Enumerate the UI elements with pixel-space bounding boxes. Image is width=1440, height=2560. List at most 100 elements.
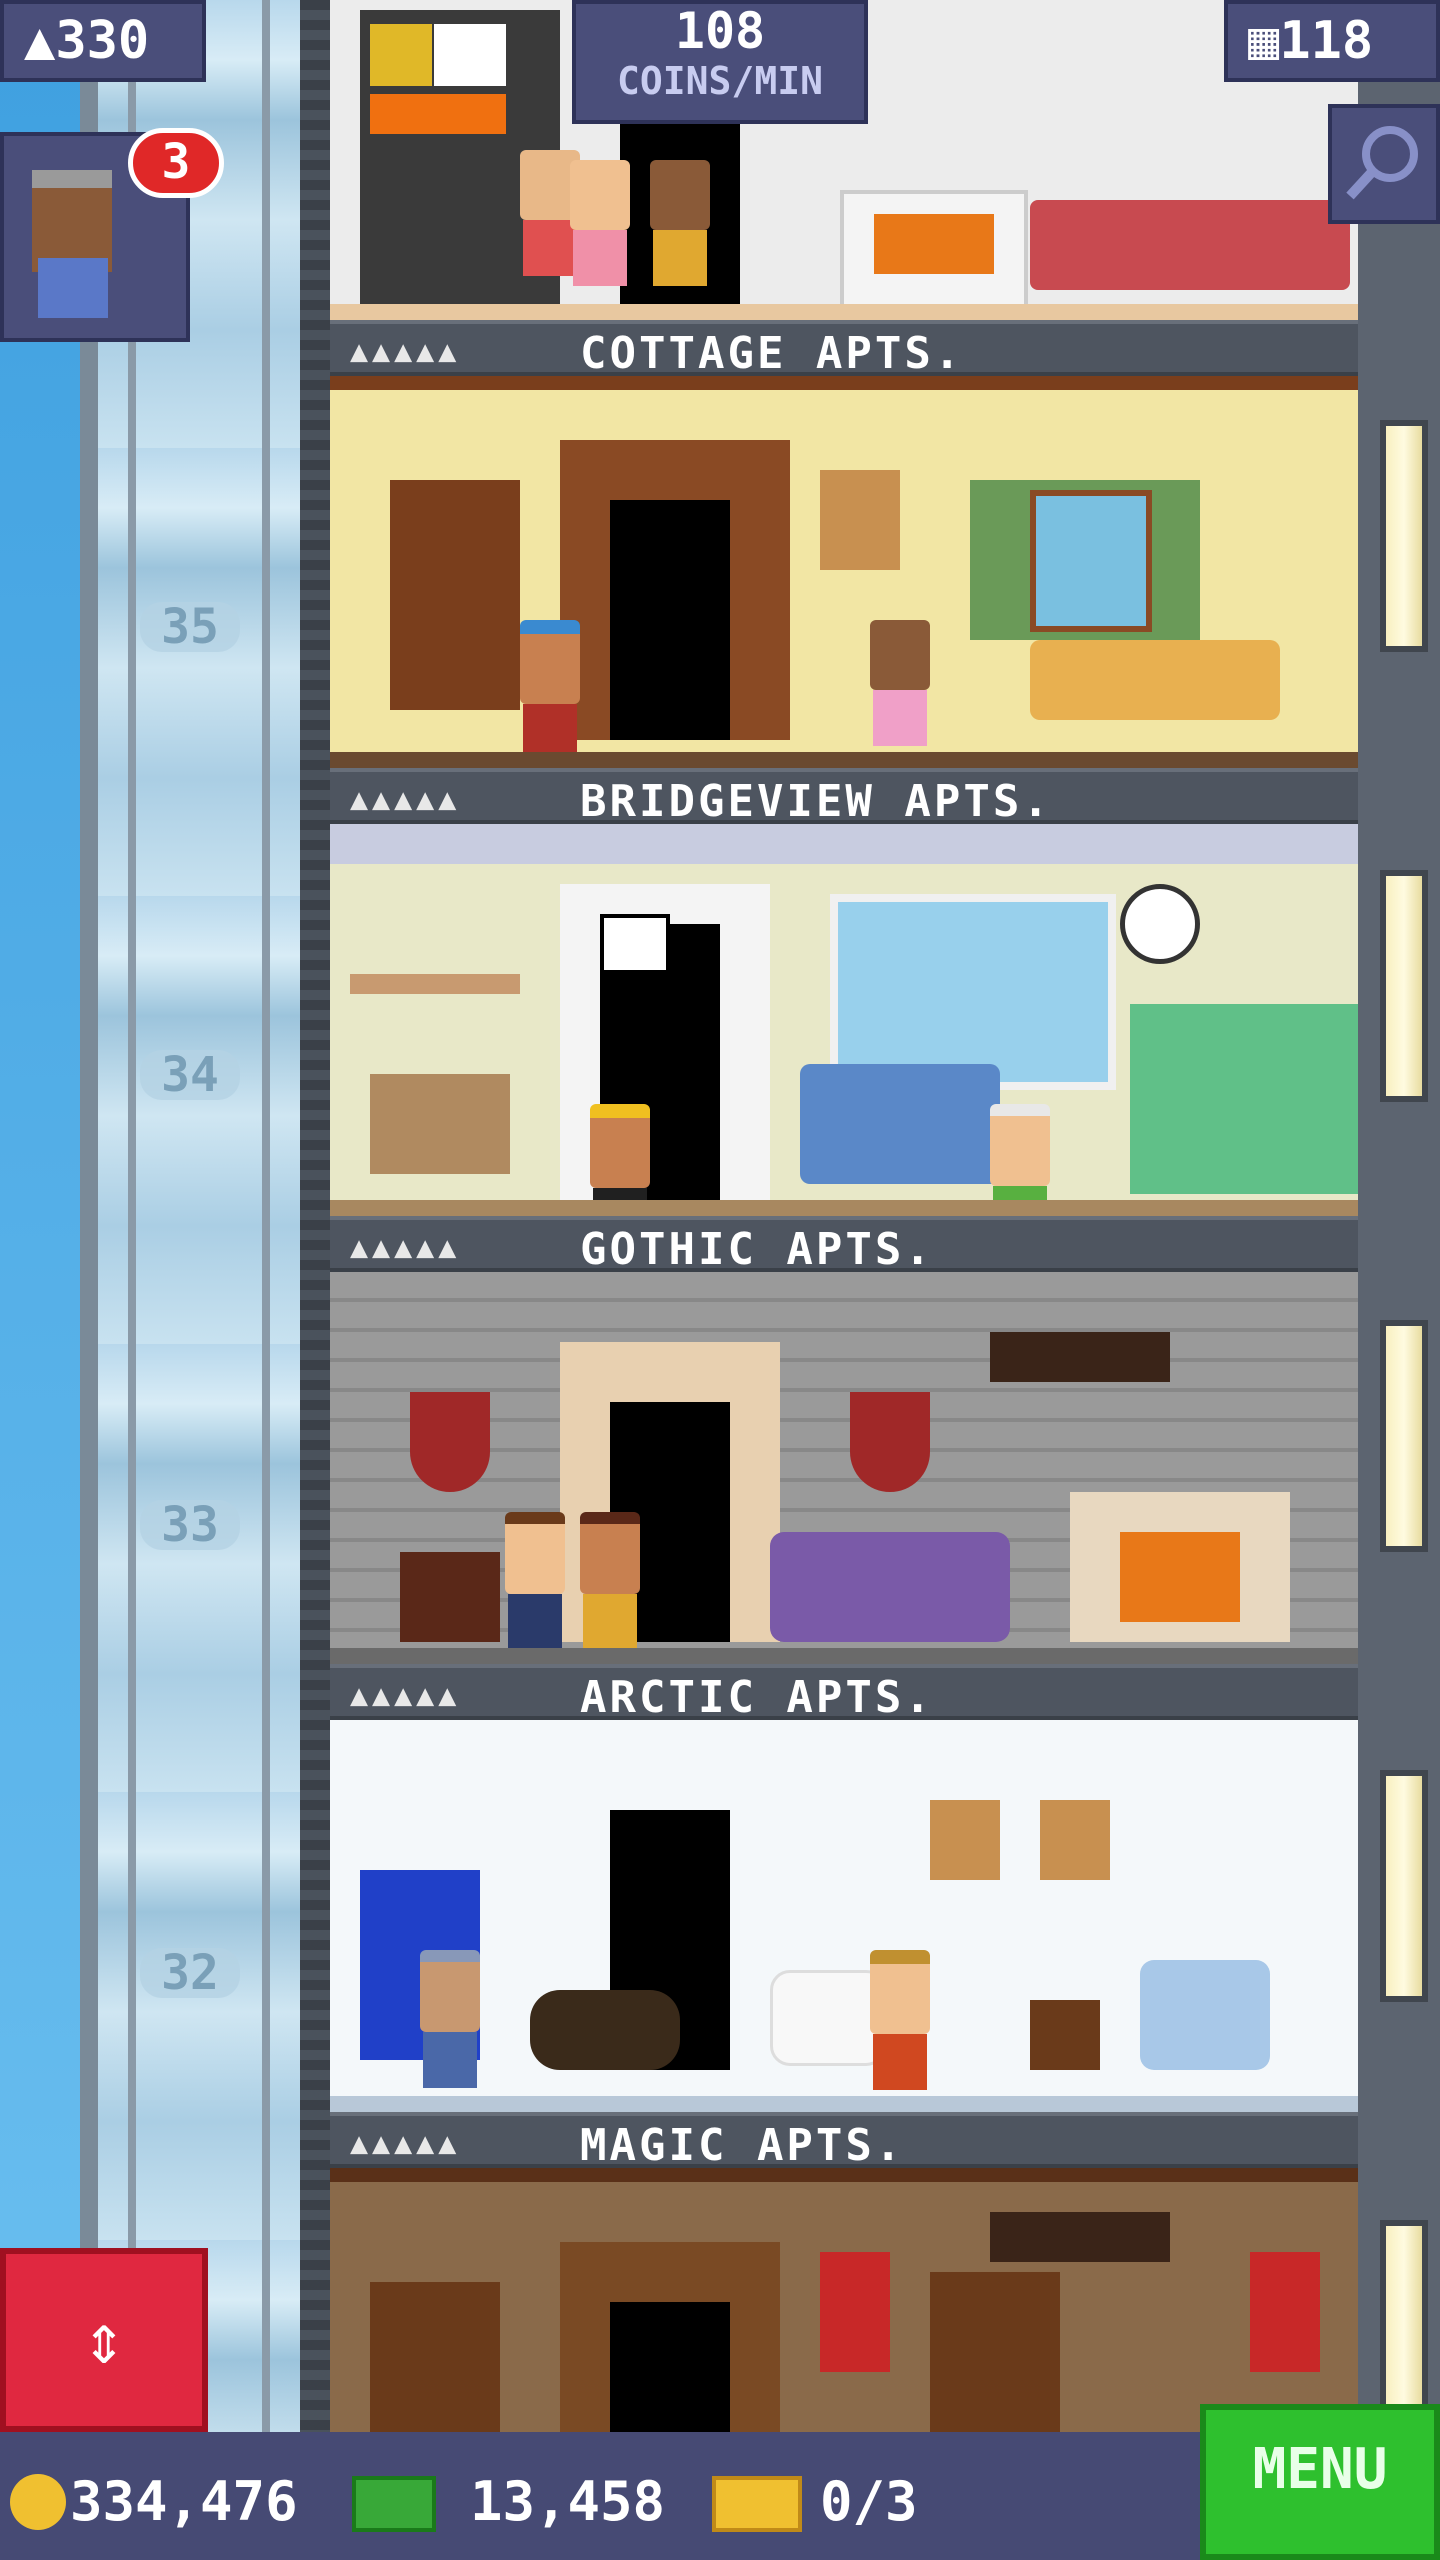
floor-strip bbox=[330, 1648, 1358, 1664]
blue-sofa bbox=[800, 1064, 1000, 1184]
tower-wall bbox=[300, 0, 330, 2560]
residents-indicator: ▲▲▲▲▲ bbox=[350, 782, 461, 817]
resident[interactable] bbox=[420, 1950, 480, 2088]
ticket-icon bbox=[712, 2476, 802, 2532]
floor-strip bbox=[330, 2096, 1358, 2112]
floor-cottage[interactable]: ▲▲▲▲▲ COTTAGE APTS. bbox=[330, 320, 1358, 768]
bookshelf bbox=[930, 2272, 1060, 2448]
side-table bbox=[400, 1552, 500, 1642]
red-sofa bbox=[1030, 200, 1350, 290]
population-value: 330 bbox=[55, 11, 150, 71]
room-interior bbox=[330, 376, 1358, 768]
art-orange bbox=[370, 94, 506, 134]
tower-window bbox=[1380, 870, 1428, 1102]
person-icon: ▲ bbox=[24, 11, 56, 71]
tower-window bbox=[1380, 420, 1428, 652]
floor-strip bbox=[330, 304, 1358, 320]
coin-icon bbox=[10, 2474, 66, 2530]
bux-icon bbox=[352, 2476, 436, 2532]
shield bbox=[410, 1392, 490, 1492]
floor-label: ▲▲▲▲▲ COTTAGE APTS. bbox=[330, 320, 1358, 379]
floor-bridgeview[interactable]: ▲▲▲▲▲ BRIDGEVIEW APTS. bbox=[330, 768, 1358, 1216]
doorway bbox=[610, 500, 730, 740]
shaft-floor-number: 34 bbox=[140, 1050, 240, 1100]
coins-per-min-value: 108 bbox=[674, 2, 766, 60]
fireplace bbox=[840, 190, 1028, 308]
clock bbox=[1120, 884, 1200, 964]
coins-value: 334,476 bbox=[70, 2470, 298, 2533]
tower-wall-right bbox=[1358, 0, 1440, 2560]
visitor-avatar-body bbox=[38, 258, 108, 318]
polar-bear[interactable] bbox=[770, 1970, 886, 2066]
dining-set bbox=[370, 1074, 510, 1174]
building-icon: ▦ bbox=[1248, 11, 1280, 71]
floor-gothic[interactable]: ▲▲▲▲▲ GOTHIC APTS. bbox=[330, 1216, 1358, 1664]
window bbox=[830, 894, 1116, 1090]
elevator-rail bbox=[128, 0, 136, 2560]
doorway bbox=[610, 2302, 730, 2448]
floor-name: MAGIC APTS. bbox=[580, 2120, 905, 2171]
magnifier-icon bbox=[1346, 126, 1418, 200]
floor-name: GOTHIC APTS. bbox=[580, 1224, 934, 1275]
shaft-floor-number: 33 bbox=[140, 1500, 240, 1550]
visitor-count-badge: 3 bbox=[128, 128, 224, 198]
coins-per-min-panel: 108 COINS/MIN bbox=[572, 0, 868, 124]
bookshelf bbox=[370, 2282, 500, 2448]
resident[interactable] bbox=[505, 1512, 565, 1650]
resident[interactable] bbox=[570, 160, 630, 286]
purple-sofa bbox=[770, 1532, 1010, 1642]
room-interior bbox=[330, 824, 1358, 1216]
visitor-avatar bbox=[32, 170, 112, 272]
bookshelf bbox=[390, 480, 520, 710]
menu-button[interactable]: MENU bbox=[1200, 2404, 1440, 2560]
residents-indicator: ▲▲▲▲▲ bbox=[350, 1678, 461, 1713]
exclamation-bubble[interactable] bbox=[600, 914, 670, 974]
armchair bbox=[1140, 1960, 1270, 2070]
floor-label: ▲▲▲▲▲ GOTHIC APTS. bbox=[330, 1216, 1358, 1275]
up-down-arrows-icon: ⇕ bbox=[82, 2298, 126, 2380]
elevator-shaft[interactable] bbox=[80, 0, 310, 2560]
room-interior bbox=[330, 1272, 1358, 1664]
floor-magic[interactable]: ▲▲▲▲▲ MAGIC APTS. bbox=[330, 2112, 1358, 2448]
elevator-button[interactable]: ⇕ bbox=[0, 2248, 208, 2432]
bux-value: 13,458 bbox=[470, 2470, 666, 2533]
chandelier bbox=[990, 2212, 1170, 2262]
resident[interactable] bbox=[580, 1512, 640, 1650]
banner bbox=[820, 2252, 890, 2372]
sky-background bbox=[0, 0, 80, 2560]
window bbox=[1030, 490, 1152, 632]
coins-per-min-label: COINS/MIN bbox=[617, 59, 823, 103]
floor-label: ▲▲▲▲▲ MAGIC APTS. bbox=[330, 2112, 1358, 2171]
shelf bbox=[350, 974, 520, 994]
floor-name: ARCTIC APTS. bbox=[580, 1672, 934, 1723]
floor-name: COTTAGE APTS. bbox=[580, 328, 964, 379]
resident[interactable] bbox=[650, 160, 710, 286]
chandelier bbox=[990, 1332, 1170, 1382]
resident[interactable] bbox=[870, 620, 930, 746]
resident[interactable] bbox=[870, 1950, 930, 2090]
shield bbox=[850, 1392, 930, 1492]
floor-arctic[interactable]: ▲▲▲▲▲ ARCTIC APTS. bbox=[330, 1664, 1358, 2112]
resident[interactable] bbox=[520, 620, 580, 760]
floor-counter[interactable]: ▦118 bbox=[1224, 0, 1440, 82]
banner bbox=[1250, 2252, 1320, 2372]
shaft-floor-number: 32 bbox=[140, 1948, 240, 1998]
residents-indicator: ▲▲▲▲▲ bbox=[350, 334, 461, 369]
elevator-rail bbox=[262, 0, 270, 2560]
population-counter[interactable]: ▲330 bbox=[0, 0, 206, 82]
side-table bbox=[1030, 2000, 1100, 2070]
floor-strip bbox=[330, 752, 1358, 768]
green-kitchen bbox=[1130, 1004, 1358, 1194]
floor-name: BRIDGEVIEW APTS. bbox=[580, 776, 1052, 827]
shaft-floor-number: 35 bbox=[140, 602, 240, 652]
residents-indicator: ▲▲▲▲▲ bbox=[350, 2126, 461, 2161]
yellow-sofa bbox=[1030, 640, 1280, 720]
art-yellow bbox=[370, 24, 432, 86]
tickets-value: 0/3 bbox=[820, 2470, 918, 2533]
walrus[interactable] bbox=[530, 1990, 680, 2070]
zoom-button[interactable] bbox=[1328, 104, 1440, 224]
tower-window bbox=[1380, 1320, 1428, 1552]
floor-strip bbox=[330, 1200, 1358, 1216]
painting bbox=[930, 1800, 1000, 1880]
floor-count-value: 118 bbox=[1279, 11, 1374, 71]
